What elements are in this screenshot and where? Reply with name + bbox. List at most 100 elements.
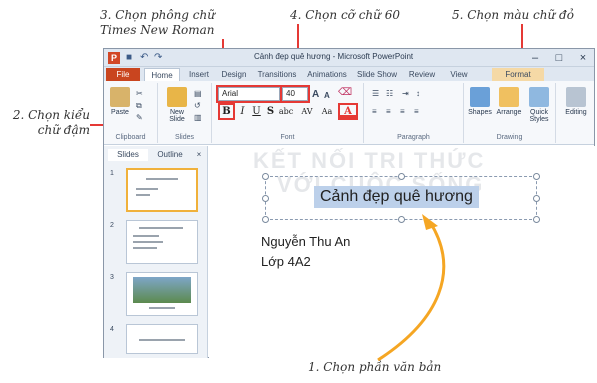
resize-handle[interactable] [533, 173, 540, 180]
font-name-box[interactable]: Arial [216, 85, 282, 103]
close-button[interactable]: × [572, 50, 594, 66]
quick-styles-button[interactable]: Quick Styles [524, 87, 554, 123]
char-spacing-button[interactable]: AV [298, 105, 316, 118]
editing-button[interactable]: Editing [560, 87, 592, 116]
callout-select-text: 1. Chọn phần văn bản [308, 360, 442, 374]
cut-icon[interactable]: ✂ [136, 89, 143, 98]
change-case-button[interactable]: Aa [318, 105, 336, 118]
slide-thumbnail-3[interactable] [126, 272, 198, 316]
powerpoint-window: P ■ ↶ ↷ Cảnh đẹp quê hương - Microsoft P… [103, 48, 595, 358]
tab-slide-show[interactable]: Slide Show [354, 68, 400, 81]
tab-outline[interactable]: Outline [150, 149, 190, 161]
undo-icon[interactable]: ↶ [140, 52, 148, 64]
new-slide-label-1: New [169, 109, 184, 116]
font-color-button[interactable]: A [338, 103, 358, 120]
slides-label: Slides [174, 134, 195, 141]
arrange-icon [499, 87, 519, 107]
slides-group: New Slide ▤ ↺ ▥ Slides [158, 83, 212, 143]
paste-label: Paste [111, 109, 129, 116]
tab-animations[interactable]: Animations [304, 68, 350, 81]
callout-font-size: 4. Chọn cỡ chữ 60 [290, 8, 400, 22]
editing-label: Editing [565, 109, 587, 116]
clipboard-group: Paste ✂ ⧉ ✎ Clipboard [104, 83, 158, 143]
slide-thumbnail-1[interactable] [126, 168, 198, 212]
paragraph-label: Paragraph [397, 134, 430, 141]
justify-icon[interactable]: ≡ [414, 107, 419, 116]
underline-button[interactable]: U [250, 105, 263, 118]
italic-button[interactable]: I [236, 105, 249, 118]
slide-thumbnail-4[interactable] [126, 324, 198, 354]
font-size-box[interactable]: 40 [280, 85, 310, 103]
tab-transitions[interactable]: Transitions [254, 68, 300, 81]
shadow-button[interactable]: abc [276, 105, 296, 118]
redo-icon[interactable]: ↷ [154, 52, 162, 64]
font-group-label: Font [280, 134, 295, 141]
slide-body-line-2[interactable]: Lớp 4A2 [261, 254, 311, 269]
callout-bold-line2: chữ đậm [37, 123, 90, 137]
watermark: KẾT NỐI TRI THỨC [253, 148, 486, 173]
grow-font-icon[interactable]: A [312, 89, 319, 100]
thumb-photo [133, 277, 191, 303]
shapes-button[interactable]: Shapes [466, 87, 494, 116]
thumb-text-line [133, 241, 163, 243]
resize-handle[interactable] [262, 173, 269, 180]
numbering-icon[interactable]: ☷ [386, 89, 393, 98]
copy-icon[interactable]: ⧉ [136, 101, 142, 111]
quick-styles-label-2: Styles [529, 116, 549, 123]
bold-button[interactable]: B [218, 103, 235, 120]
reset-icon[interactable]: ↺ [194, 101, 201, 110]
selected-title-text[interactable]: Cảnh đẹp quê hương [314, 186, 479, 208]
maximize-button[interactable]: □ [548, 50, 570, 66]
tab-home[interactable]: Home [144, 68, 180, 81]
slides-pane: Slides Outline × 1 2 3 4 [104, 146, 208, 358]
resize-handle[interactable] [533, 216, 540, 223]
title-bar: P ■ ↶ ↷ Cảnh đẹp quê hương - Microsoft P… [104, 49, 594, 67]
drawing-group: Shapes Arrange Quick Styles Drawing [464, 83, 556, 143]
bullets-icon[interactable]: ☰ [372, 89, 379, 98]
close-pane-icon[interactable]: × [194, 149, 204, 161]
save-icon[interactable]: ■ [126, 52, 132, 64]
thumb-text-line [139, 339, 185, 341]
thumb-number: 4 [110, 326, 114, 333]
resize-handle[interactable] [533, 195, 540, 202]
thumb-number: 2 [110, 222, 114, 229]
layout-icon[interactable]: ▤ [194, 89, 202, 98]
paste-button[interactable]: Paste [108, 87, 132, 116]
section-icon[interactable]: ▥ [194, 113, 202, 122]
resize-handle[interactable] [398, 173, 405, 180]
resize-handle[interactable] [398, 216, 405, 223]
align-left-icon[interactable]: ≡ [372, 107, 377, 116]
callout-font-family-line2: Times New Roman [100, 23, 215, 37]
clear-format-icon[interactable]: ⌫ [338, 87, 352, 98]
thumb-text-line [133, 235, 159, 237]
tab-review[interactable]: Review [404, 68, 440, 81]
tab-slides[interactable]: Slides [108, 149, 148, 161]
align-center-icon[interactable]: ≡ [386, 107, 391, 116]
slide-canvas[interactable]: KẾT NỐI TRI THỨC VỚI CUỘC SỐNG Cảnh đẹp … [209, 146, 595, 358]
ribbon: Paste ✂ ⧉ ✎ Clipboard New Slide ▤ ↺ ▥ Sl… [104, 81, 594, 145]
format-painter-icon[interactable]: ✎ [136, 113, 143, 122]
shrink-font-icon[interactable]: A [324, 91, 330, 100]
new-slide-button[interactable]: New Slide [164, 87, 190, 123]
tab-view[interactable]: View [444, 68, 474, 81]
shapes-icon [470, 87, 490, 107]
minimize-button[interactable]: – [524, 50, 546, 66]
align-right-icon[interactable]: ≡ [400, 107, 405, 116]
resize-handle[interactable] [262, 216, 269, 223]
slide-thumbnail-2[interactable] [126, 220, 198, 264]
thumb-text-line [149, 307, 175, 309]
tab-file[interactable]: File [106, 68, 140, 81]
line-spacing-icon[interactable]: ↕ [416, 89, 420, 98]
callout-font-family: 3. Chọn phông chữ Times New Roman [100, 8, 215, 38]
resize-handle[interactable] [262, 195, 269, 202]
thumb-text-line [139, 227, 183, 229]
tab-insert[interactable]: Insert [184, 68, 214, 81]
drawing-label: Drawing [496, 134, 523, 141]
indent-icon[interactable]: ⇥ [402, 89, 409, 98]
callout-font-family-line1: 3. Chọn phông chữ [100, 8, 215, 22]
slide-body-line-1[interactable]: Nguyễn Thu An [261, 234, 350, 249]
arrange-button[interactable]: Arrange [494, 87, 524, 116]
title-textbox[interactable]: Cảnh đẹp quê hương [262, 173, 540, 223]
tab-design[interactable]: Design [218, 68, 250, 81]
tab-format[interactable]: Format [492, 68, 544, 81]
